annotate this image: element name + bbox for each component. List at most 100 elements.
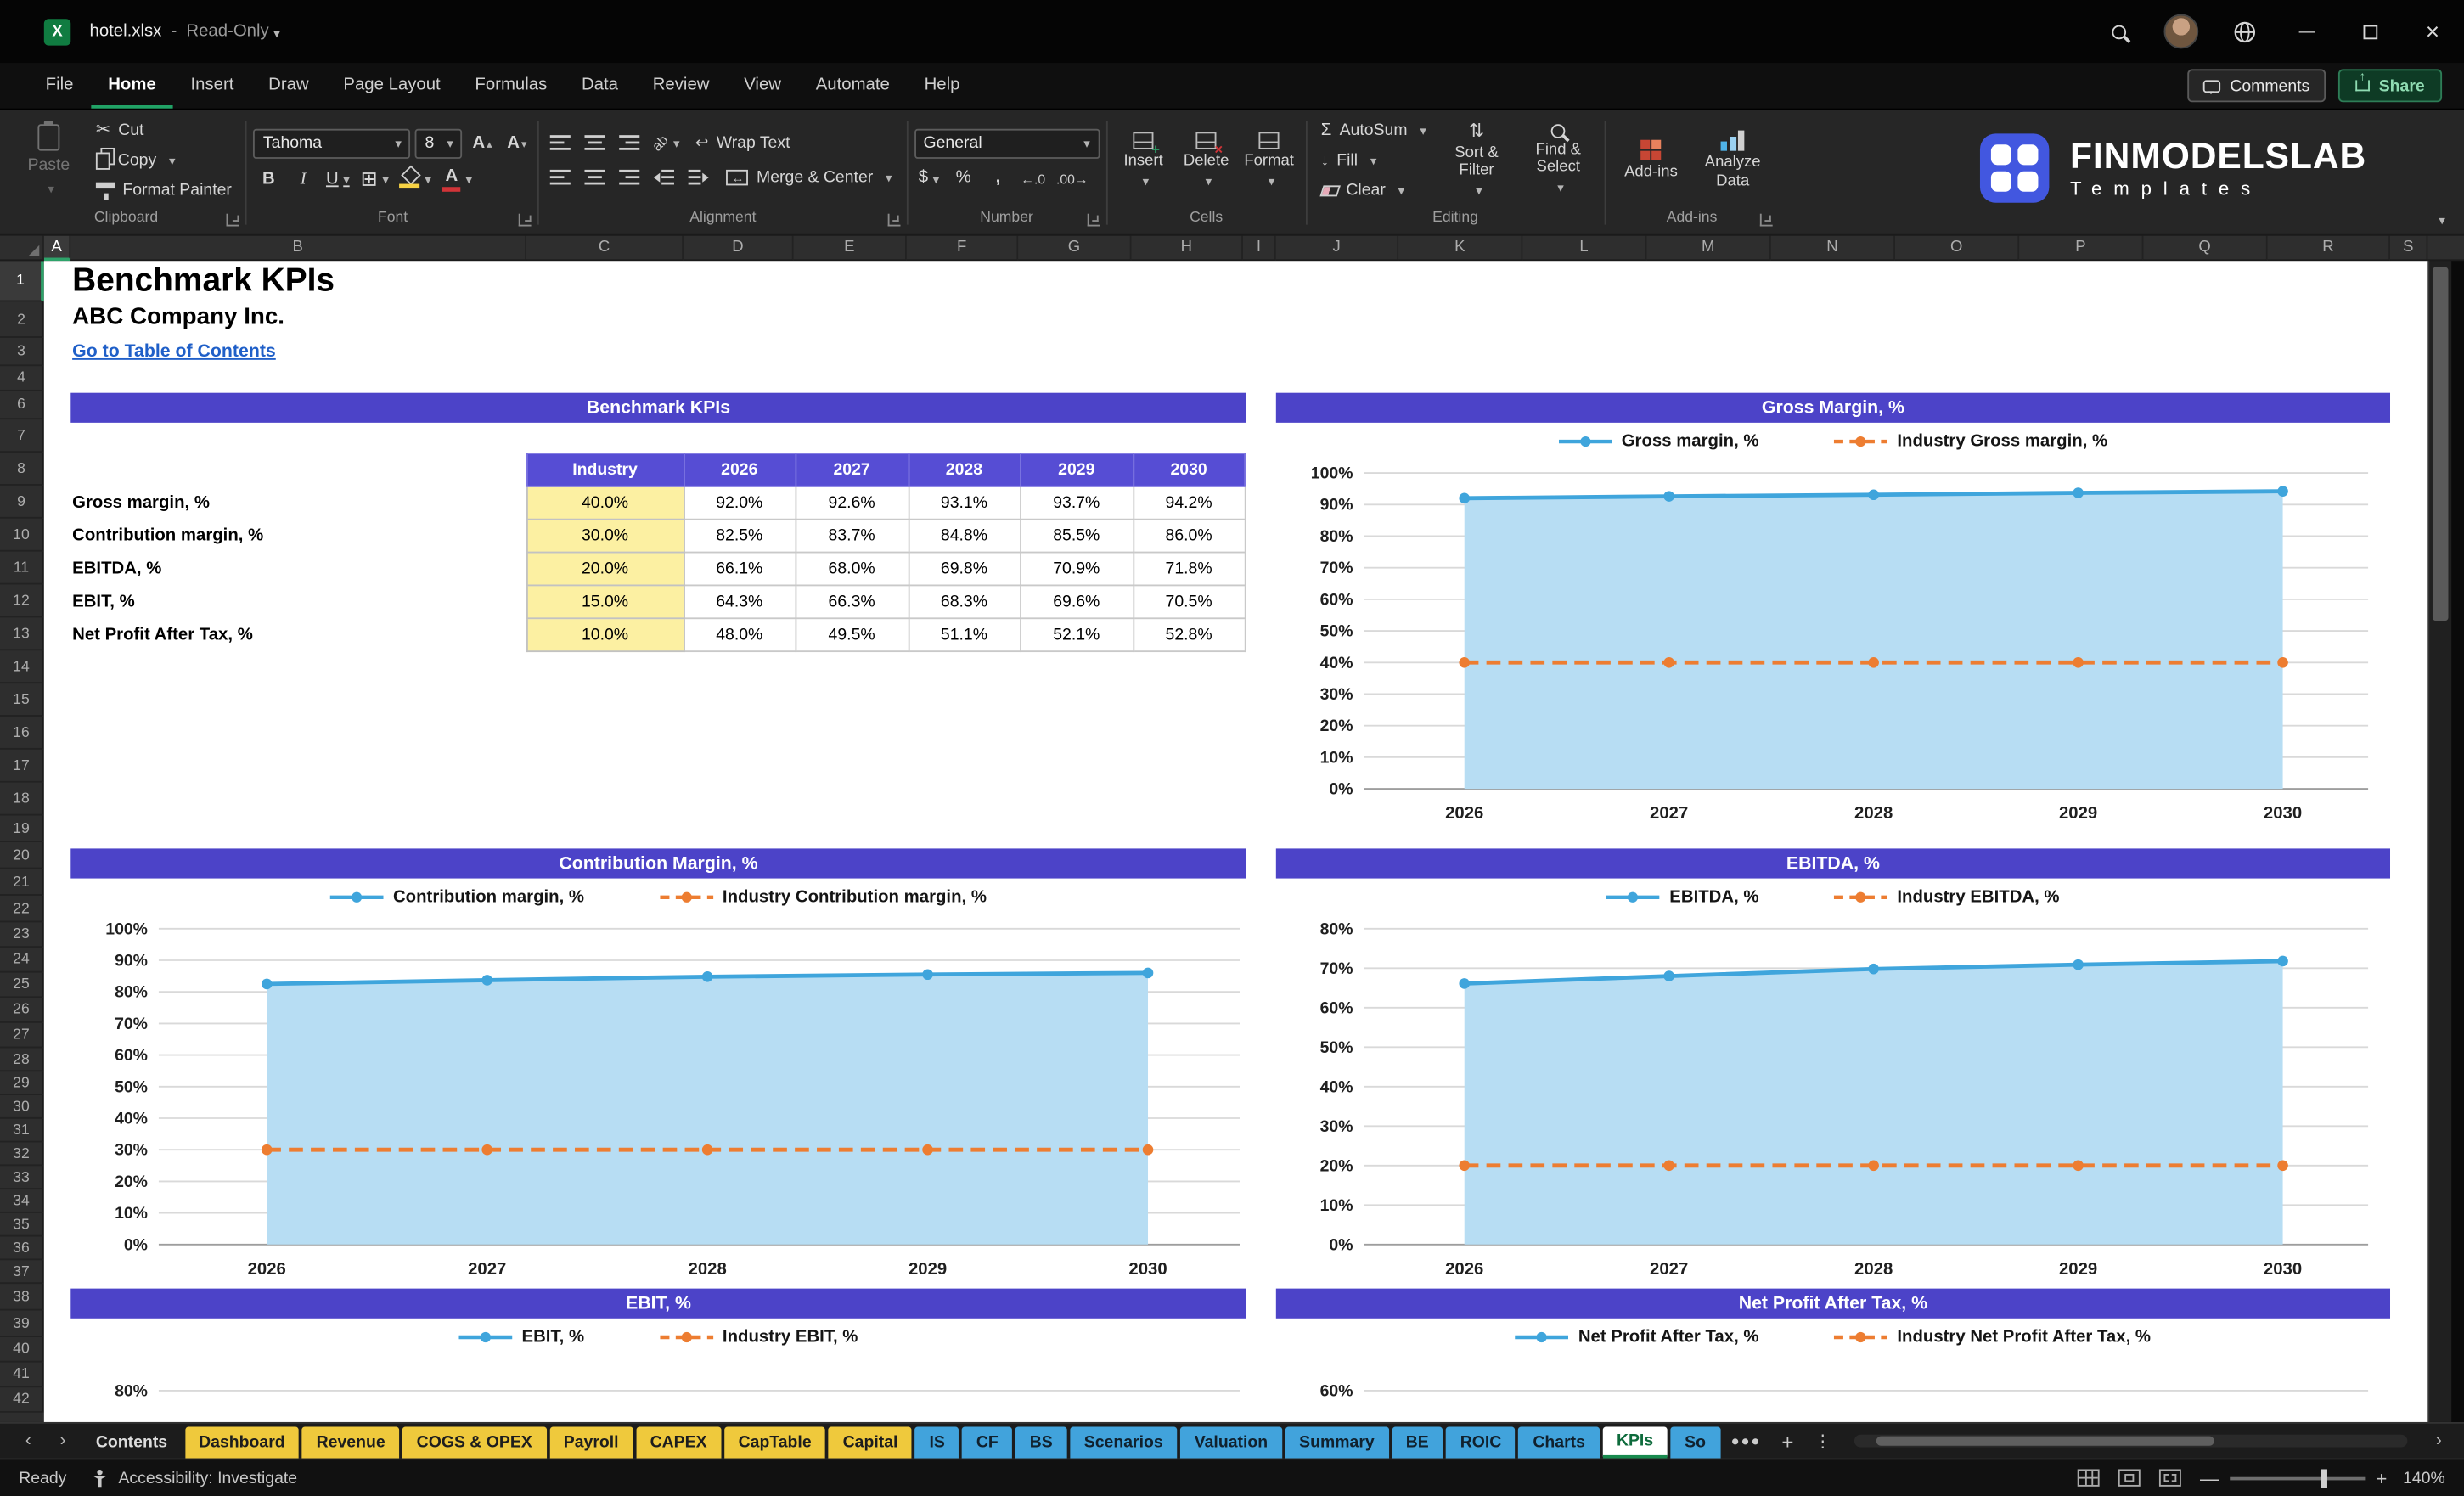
row-header-9[interactable]: 9: [0, 485, 44, 519]
borders-button[interactable]: ⊞: [357, 164, 392, 192]
kpi-cell[interactable]: 66.3%: [794, 584, 909, 620]
row-header-30[interactable]: 30: [0, 1094, 44, 1119]
kpi-cell[interactable]: 83.7%: [794, 518, 909, 554]
column-header-f[interactable]: F: [906, 235, 1019, 262]
column-header-i[interactable]: I: [1242, 235, 1276, 262]
menu-tab-data[interactable]: Data: [565, 63, 636, 109]
bottom-align-button[interactable]: [615, 129, 644, 157]
kpi-row-label[interactable]: Net Profit After Tax, %: [72, 618, 526, 651]
accessibility-status[interactable]: Accessibility: Investigate: [92, 1469, 297, 1488]
kpi-row-label[interactable]: Gross margin, %: [72, 486, 526, 520]
column-header-a[interactable]: A: [43, 235, 71, 262]
row-header-28[interactable]: 28: [0, 1048, 44, 1072]
sheet-tab-capital[interactable]: Capital: [828, 1426, 913, 1459]
column-header-e[interactable]: E: [793, 235, 907, 262]
row-header-6[interactable]: 6: [0, 391, 44, 420]
menu-tab-file[interactable]: File: [28, 63, 91, 109]
new-sheet-button[interactable]: +: [1772, 1424, 1803, 1459]
maximize-button[interactable]: [2338, 0, 2401, 63]
find-select-button[interactable]: Find & Select: [1519, 116, 1598, 205]
percent-style-button[interactable]: %: [948, 164, 978, 192]
sheet-tab-contents[interactable]: Contents: [82, 1426, 182, 1458]
search-button[interactable]: [2087, 0, 2150, 63]
kpi-cell[interactable]: 52.8%: [1132, 617, 1246, 653]
row-header-1[interactable]: 1: [0, 261, 44, 302]
row-header-39[interactable]: 39: [0, 1310, 44, 1337]
kpi-cell[interactable]: 92.6%: [794, 485, 909, 520]
row-header-25[interactable]: 25: [0, 972, 44, 998]
row-header-8[interactable]: 8: [0, 453, 44, 486]
kpi-row-label[interactable]: Contribution margin, %: [72, 520, 526, 553]
kpi-cell[interactable]: 69.8%: [907, 551, 1021, 587]
sheet-tab-cf[interactable]: CF: [962, 1426, 1013, 1459]
sheet-tab-bs[interactable]: BS: [1015, 1426, 1067, 1459]
underline-button[interactable]: U: [323, 164, 352, 192]
sheet-tab-be[interactable]: BE: [1392, 1426, 1443, 1459]
insert-cells-button[interactable]: Insert: [1113, 116, 1173, 205]
sort-filter-button[interactable]: ⇅ Sort & Filter: [1437, 116, 1516, 205]
column-header-n[interactable]: N: [1770, 235, 1896, 262]
row-header-12[interactable]: 12: [0, 584, 44, 618]
kpi-cell[interactable]: 85.5%: [1019, 518, 1134, 554]
sheet-tab-kpis[interactable]: KPIs: [1602, 1426, 1668, 1459]
cut-button[interactable]: ✂ Cut: [88, 117, 240, 143]
kpi-cell[interactable]: 94.2%: [1132, 485, 1246, 520]
kpi-cell[interactable]: 69.6%: [1019, 584, 1134, 620]
row-header-22[interactable]: 22: [0, 895, 44, 923]
menu-tab-automate[interactable]: Automate: [798, 63, 907, 109]
orientation-button[interactable]: ab: [650, 129, 683, 157]
menu-tab-draw[interactable]: Draw: [251, 63, 326, 109]
alignment-dialog-launcher[interactable]: [886, 213, 900, 227]
row-header-17[interactable]: 17: [0, 749, 44, 783]
kpi-cell[interactable]: 93.7%: [1019, 485, 1134, 520]
kpi-col-header-industry[interactable]: Industry: [526, 453, 685, 487]
kpi-cell[interactable]: 68.0%: [794, 551, 909, 587]
sheet-tab-payroll[interactable]: Payroll: [549, 1426, 633, 1459]
menu-tab-review[interactable]: Review: [635, 63, 726, 109]
format-cells-button[interactable]: Format: [1239, 116, 1298, 205]
row-header-23[interactable]: 23: [0, 922, 44, 948]
row-header-15[interactable]: 15: [0, 683, 44, 717]
kpi-col-header-2029[interactable]: 2029: [1019, 453, 1134, 487]
scroll-right-button[interactable]: ›: [2423, 1424, 2455, 1459]
kpi-cell[interactable]: 51.1%: [907, 617, 1021, 653]
row-header-7[interactable]: 7: [0, 419, 44, 453]
number-dialog-launcher[interactable]: [1086, 213, 1100, 227]
font-size-select[interactable]: 8: [415, 127, 463, 159]
kpi-industry-cell[interactable]: 30.0%: [526, 518, 685, 554]
comma-style-button[interactable]: ,: [983, 164, 1013, 192]
row-header-38[interactable]: 38: [0, 1284, 44, 1311]
row-header-16[interactable]: 16: [0, 716, 44, 750]
row-header-21[interactable]: 21: [0, 869, 44, 896]
column-header-h[interactable]: H: [1131, 235, 1243, 262]
accounting-format-button[interactable]: $: [914, 164, 943, 192]
row-header-33[interactable]: 33: [0, 1166, 44, 1190]
font-dialog-launcher[interactable]: [519, 213, 532, 227]
sheet-tab-cogs-opex[interactable]: COGS & OPEX: [402, 1426, 547, 1459]
increase-decimal-button[interactable]: ←.0: [1018, 164, 1049, 192]
row-header-4[interactable]: 4: [0, 366, 44, 391]
row-header-27[interactable]: 27: [0, 1022, 44, 1049]
decrease-indent-button[interactable]: [650, 163, 679, 191]
align-right-button[interactable]: [615, 163, 644, 191]
menu-tab-help[interactable]: Help: [907, 63, 977, 109]
merge-center-button[interactable]: Merge & Center: [719, 164, 900, 190]
menu-tab-view[interactable]: View: [727, 63, 798, 109]
sheet-tab-dashboard[interactable]: Dashboard: [184, 1426, 300, 1459]
kpi-cell[interactable]: 70.5%: [1132, 584, 1246, 620]
kpi-cell[interactable]: 84.8%: [907, 518, 1021, 554]
kpi-col-header-2026[interactable]: 2026: [683, 453, 796, 487]
menu-tab-insert[interactable]: Insert: [173, 63, 251, 109]
kpi-industry-cell[interactable]: 15.0%: [526, 584, 685, 620]
row-header-24[interactable]: 24: [0, 948, 44, 973]
close-button[interactable]: [2401, 0, 2464, 63]
kpi-cell[interactable]: 49.5%: [794, 617, 909, 653]
column-header-k[interactable]: K: [1398, 235, 1523, 262]
kpi-col-header-2030[interactable]: 2030: [1132, 453, 1246, 487]
column-header-j[interactable]: J: [1275, 235, 1399, 262]
row-header-11[interactable]: 11: [0, 551, 44, 585]
sheet-tab-revenue[interactable]: Revenue: [301, 1426, 400, 1459]
bold-button[interactable]: B: [254, 164, 284, 192]
row-header-31[interactable]: 31: [0, 1118, 44, 1143]
row-header-26[interactable]: 26: [0, 998, 44, 1023]
